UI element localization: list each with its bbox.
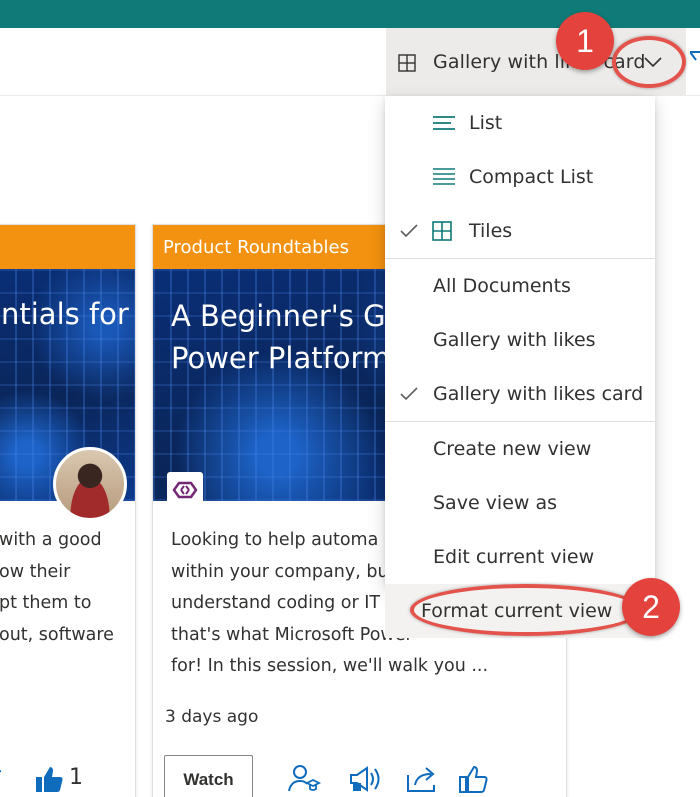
menu-item-label: Gallery with likes [433, 329, 596, 351]
menu-item-label: List [469, 112, 503, 134]
menu-item-compact-list[interactable]: Compact List [385, 150, 655, 204]
share-icon[interactable] [405, 763, 439, 795]
presenter-avatar [53, 447, 127, 521]
menu-item-gallery-with-likes[interactable]: Gallery with likes [385, 313, 655, 367]
menu-item-label: Edit current view [433, 546, 595, 568]
share-icon[interactable] [0, 763, 3, 793]
list-icon [433, 116, 455, 130]
view-options-menu: List Compact List Tiles All Documents Ga… [385, 96, 655, 638]
card-description: with a good ow their pt them to out, sof… [0, 525, 135, 651]
like-icon[interactable] [457, 763, 491, 795]
tiles-icon [432, 221, 452, 241]
menu-item-label: Compact List [469, 166, 594, 188]
callout-badge-step-1: 1 [556, 12, 614, 70]
checkmark-icon [400, 387, 418, 401]
callout-badge-step-2: 2 [622, 578, 680, 636]
description-line: with a good [0, 530, 102, 550]
card-thumbnail-title: ntials for [1, 297, 129, 331]
announce-icon[interactable] [347, 763, 383, 795]
menu-item-label: Create new view [433, 438, 592, 460]
menu-item-gallery-with-likes-card[interactable]: Gallery with likes card [385, 367, 655, 421]
menu-item-label: Gallery with likes card [433, 383, 644, 405]
menu-item-edit-current-view[interactable]: Edit current view [385, 530, 655, 584]
menu-item-list[interactable]: List [385, 96, 655, 150]
card-category-bar [0, 225, 135, 269]
description-line: pt them to [0, 593, 92, 613]
thumbnail-title-line: A Beginner's Gu [171, 299, 404, 333]
callout-ring-step-1 [612, 36, 686, 88]
description-line: for! In this session, we'll walk you ... [171, 656, 489, 676]
card-thumbnail[interactable]: ntials for [0, 269, 135, 521]
description-line: ow their [0, 561, 71, 582]
power-apps-icon [172, 481, 198, 499]
watch-button[interactable]: Watch [164, 755, 253, 797]
menu-item-create-new-view[interactable]: Create new view [385, 422, 655, 476]
callout-ring-step-2 [410, 584, 642, 636]
compact-list-icon [433, 168, 455, 185]
menu-item-label: All Documents [433, 275, 571, 297]
attendee-icon[interactable] [287, 763, 321, 795]
menu-item-label: Tiles [469, 220, 513, 242]
checkmark-icon [400, 224, 418, 238]
liked-thumb-icon[interactable] [33, 763, 65, 795]
power-apps-badge [167, 472, 203, 508]
card-thumbnail-title: A Beginner's Gu Power Platform [171, 295, 404, 379]
menu-item-all-documents[interactable]: All Documents [385, 259, 655, 313]
grid-view-icon [398, 54, 416, 72]
posted-time: 3 days ago [165, 707, 259, 727]
menu-item-save-view-as[interactable]: Save view as [385, 476, 655, 530]
like-count: 1 [69, 765, 83, 790]
menu-item-tiles[interactable]: Tiles [385, 204, 655, 258]
thumbnail-title-line: Power Platform [171, 341, 391, 375]
menu-item-label: Save view as [433, 492, 558, 514]
filter-icon[interactable] [690, 50, 700, 68]
video-card[interactable]: ntials for with a good ow their pt them … [0, 224, 136, 797]
description-line: out, software [0, 624, 114, 645]
